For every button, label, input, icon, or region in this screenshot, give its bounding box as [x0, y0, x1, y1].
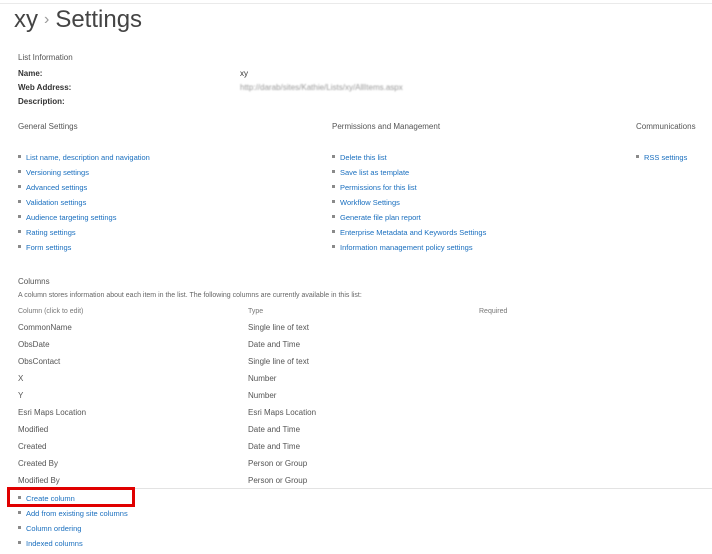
link-advanced-settings[interactable]: Advanced settings [18, 183, 150, 198]
link-delete-this-list[interactable]: Delete this list [332, 153, 486, 168]
link-enterprise-metadata-keywords[interactable]: Enterprise Metadata and Keywords Setting… [332, 228, 486, 243]
link-workflow-settings[interactable]: Workflow Settings [332, 198, 486, 213]
link-form-settings[interactable]: Form settings [18, 243, 150, 258]
bullet-icon [18, 170, 21, 173]
top-border [0, 3, 712, 4]
column-name[interactable]: CommonName [18, 323, 72, 332]
column-type: Number [248, 391, 277, 400]
column-name[interactable]: Created By [18, 459, 58, 468]
link-rating-settings[interactable]: Rating settings [18, 228, 150, 243]
page-title: xy › Settings [14, 6, 142, 34]
bullet-icon [18, 185, 21, 188]
column-type: Esri Maps Location [248, 408, 317, 417]
bullet-icon [332, 230, 335, 233]
add-from-existing-site-columns-link[interactable]: Add from existing site columns [18, 509, 128, 524]
column-name[interactable]: Modified By [18, 476, 60, 485]
bullet-icon [332, 170, 335, 173]
column-name[interactable]: ObsContact [18, 357, 60, 366]
breadcrumb-page-title: Settings [55, 6, 143, 33]
communications-heading: Communications [636, 122, 696, 131]
name-label: Name: [18, 69, 43, 78]
columns-heading: Columns [18, 277, 50, 286]
bullet-icon [18, 200, 21, 203]
column-name[interactable]: Esri Maps Location [18, 408, 86, 417]
general-settings-heading: General Settings [18, 122, 78, 131]
link-rss-settings[interactable]: RSS settings [636, 153, 687, 168]
link-validation-settings[interactable]: Validation settings [18, 198, 150, 213]
bullet-icon [18, 245, 21, 248]
link-list-name-description-navigation[interactable]: List name, description and navigation [18, 153, 150, 168]
link-permissions-for-this-list[interactable]: Permissions for this list [332, 183, 486, 198]
column-type: Date and Time [248, 425, 301, 434]
column-header-name: Column (click to edit) [18, 308, 84, 315]
bullet-icon [18, 541, 21, 544]
link-audience-targeting-settings[interactable]: Audience targeting settings [18, 213, 150, 228]
link-generate-file-plan-report[interactable]: Generate file plan report [332, 213, 486, 228]
column-type: Date and Time [248, 442, 301, 451]
column-header-type: Type [248, 308, 264, 315]
column-name[interactable]: Created [18, 442, 46, 451]
column-name[interactable]: ObsDate [18, 340, 50, 349]
communications-links: RSS settings [636, 153, 687, 168]
permissions-links: Delete this list Save list as template P… [332, 153, 486, 258]
column-name[interactable]: Y [18, 391, 23, 400]
bullet-icon [636, 155, 639, 158]
web-address-label: Web Address: [18, 83, 72, 92]
bullet-icon [332, 200, 335, 203]
list-information-heading: List Information [18, 53, 73, 62]
bullet-icon [18, 511, 21, 514]
column-type: Number [248, 374, 277, 383]
bullet-icon [332, 185, 335, 188]
columns-description: A column stores information about each i… [18, 292, 362, 299]
column-type: Single line of text [248, 323, 309, 332]
column-type: Person or Group [248, 459, 308, 468]
bullet-icon [18, 155, 21, 158]
highlight-box [7, 487, 135, 507]
bullet-icon [332, 155, 335, 158]
name-value: xy [240, 69, 248, 78]
bullet-icon [18, 215, 21, 218]
description-label: Description: [18, 97, 65, 106]
bullet-icon [332, 215, 335, 218]
column-ordering-link[interactable]: Column ordering [18, 524, 128, 539]
column-header-required: Required [479, 308, 508, 315]
link-versioning-settings[interactable]: Versioning settings [18, 168, 150, 183]
link-save-list-as-template[interactable]: Save list as template [332, 168, 486, 183]
permissions-heading: Permissions and Management [332, 122, 441, 131]
column-type: Person or Group [248, 476, 308, 485]
bullet-icon [18, 230, 21, 233]
column-type: Single line of text [248, 357, 309, 366]
web-address-value: http://darab/sites/Kathie/Lists/xy/AllIt… [240, 83, 403, 92]
breadcrumb-site-link[interactable]: xy [14, 6, 38, 33]
column-name[interactable]: X [18, 374, 23, 383]
bullet-icon [332, 245, 335, 248]
column-type: Date and Time [248, 340, 301, 349]
column-name[interactable]: Modified [18, 425, 48, 434]
general-settings-links: List name, description and navigation Ve… [18, 153, 150, 258]
bullet-icon [18, 526, 21, 529]
link-information-management-policy[interactable]: Information management policy settings [332, 243, 486, 258]
breadcrumb-separator-icon: › [44, 11, 50, 28]
